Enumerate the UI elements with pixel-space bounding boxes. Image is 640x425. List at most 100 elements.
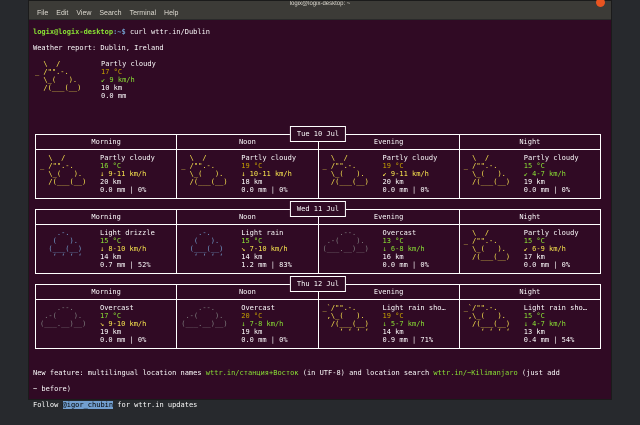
menu-edit[interactable]: Edit bbox=[56, 10, 68, 17]
menu-file[interactable]: File bbox=[37, 10, 48, 17]
forecast-info: Light rain sho… 15 °C ↓ 4-7 km/h 13 km 0.4 m… bbox=[524, 304, 587, 344]
forecast-temp: 15 °C bbox=[523, 312, 545, 320]
menu-help[interactable]: Help bbox=[164, 10, 178, 17]
forecast-cell: .--. .-( ). (___.__)__) Overcast 13 °C ↓ 6-… bbox=[319, 225, 460, 273]
forecast-day: Tue 10 Jul Morning Noon Evening Night \ / _ … bbox=[35, 126, 601, 199]
forecast-cell: \ / _ /"".-. \_( ). /(___(__) Partly clou… bbox=[177, 150, 319, 198]
feature-link-2[interactable]: wttr.in/~Kilimanjaro bbox=[433, 369, 517, 377]
current-wind: ↙ 9 km/h bbox=[101, 76, 135, 84]
forecast-wind: ↙ 6-9 km/h bbox=[523, 245, 566, 253]
forecast-desc: Partly cloudy bbox=[523, 229, 579, 237]
forecast-info: Partly cloudy 19 °C ↓ 10-11 km/h 18 km 0.0 m… bbox=[241, 154, 296, 194]
forecast-precip: 0.0 mm | 0% bbox=[100, 186, 147, 194]
forecast-visibility: 13 km bbox=[523, 328, 545, 336]
follow-text: Follow bbox=[33, 401, 63, 409]
forecast-temp: 20 °C bbox=[241, 312, 263, 320]
forecast-cell: .--. .-( ). (___.__)__) Overcast 20 °C ↓ 7-… bbox=[177, 300, 319, 348]
forecast-visibility: 18 km bbox=[241, 178, 263, 186]
menu-terminal[interactable]: Terminal bbox=[130, 10, 156, 17]
forecast-wind: ↘ 9-10 km/h bbox=[100, 320, 147, 328]
weather-art-icon: .-. ( ). (___(__) ‘ ‘ ‘ ‘ bbox=[189, 229, 224, 261]
menu-search[interactable]: Search bbox=[99, 10, 121, 17]
feature-end: (just add bbox=[517, 369, 560, 377]
forecast-cell: .--. .-( ). (___.__)__) Overcast 17 °C ↘ 9-… bbox=[36, 300, 178, 348]
forecast-precip: 0.4 mm | 54% bbox=[523, 336, 575, 344]
forecast-precip: 0.0 mm | 0% bbox=[523, 186, 571, 194]
forecast-temp: 19 °C bbox=[382, 312, 404, 320]
weather-art-icon: \ / _ /"".-. \_( ). /(___(__) bbox=[463, 229, 511, 261]
forecast-visibility: 19 km bbox=[523, 178, 545, 186]
weather-art-icon: _`/"".-. ,\_( ). /(___(__) ‘ ‘ ‘ ‘ bbox=[463, 304, 511, 336]
forecast-info: Light rain 15 °C ↘ 7-10 km/h 14 km 1.2 mm | … bbox=[241, 229, 292, 269]
prompt-user: logix@logix-desktop bbox=[33, 28, 114, 36]
current-temp: 17 °C bbox=[101, 68, 123, 76]
forecast-temp: 17 °C bbox=[100, 312, 122, 320]
sun-cloud-art: \ / _ /"".-. \_( ). /(___(__) bbox=[35, 60, 82, 92]
forecast-temp: 19 °C bbox=[382, 162, 404, 170]
prompt-command: curl wttr.in/Dublin bbox=[125, 28, 211, 36]
forecast-info: Light drizzle 15 °C ↓ 8-10 km/h 14 km 0.7 mm… bbox=[100, 229, 155, 269]
forecast-day: Thu 12 Jul Morning Noon Evening Night .--. .… bbox=[35, 276, 601, 349]
forecast-cell: \ / _ /"".-. \_( ). /(___(__) Partly clou… bbox=[319, 150, 460, 198]
forecast-desc: Partly cloudy bbox=[382, 154, 438, 162]
forecast-precip: 0.0 mm | 0% bbox=[241, 186, 288, 194]
forecast-temp: 15 °C bbox=[100, 237, 122, 245]
feature-link-1[interactable]: wttr.in/станция+Восток bbox=[206, 369, 299, 377]
forecast-cell: \ / _ /"".-. \_( ). /(___(__) Partly clou… bbox=[460, 150, 600, 198]
forecast-temp: 15 °C bbox=[523, 162, 545, 170]
forecast-day: Wed 11 Jul Morning Noon Evening Night .-. ( … bbox=[35, 201, 601, 274]
forecast-visibility: 19 km bbox=[241, 328, 263, 336]
forecast-visibility: 14 km bbox=[382, 328, 404, 336]
forecast-info: Partly cloudy 15 °C ↙ 6-9 km/h 17 km 0.0 mm … bbox=[524, 229, 579, 269]
forecast-date: Thu 12 Jul bbox=[289, 276, 347, 292]
forecast-precip: 0.7 mm | 52% bbox=[100, 261, 151, 269]
weather-art-icon: \ / _ /"".-. \_( ). /(___(__) bbox=[181, 154, 228, 186]
forecast-desc: Light rain bbox=[241, 229, 284, 237]
forecast-visibility: 17 km bbox=[523, 253, 545, 261]
forecast-visibility: 19 km bbox=[100, 328, 122, 336]
follow-handle[interactable]: @igor_chubin bbox=[62, 401, 114, 409]
forecast-wind: ↓ 9-11 km/h bbox=[100, 170, 147, 178]
forecast-desc: Light rain sho… bbox=[523, 304, 587, 312]
period-label: Morning bbox=[36, 285, 178, 299]
forecast-wind: ↓ 4-7 km/h bbox=[523, 320, 566, 328]
forecast-precip: 0.0 mm | 0% bbox=[100, 336, 147, 344]
forecast-temp: 13 °C bbox=[382, 237, 404, 245]
current-precip: 0.0 mm bbox=[101, 92, 127, 100]
current-desc: Partly cloudy bbox=[101, 60, 156, 68]
current-conditions: \ / _ /"".-. \_( ). /(___(__) Partly clou… bbox=[33, 60, 605, 108]
forecast-info: Partly cloudy 15 °C ↙ 4-7 km/h 19 km 0.0 mm … bbox=[524, 154, 579, 194]
forecast-table: Morning Noon Evening Night \ / _ /"".-. \_(… bbox=[35, 134, 601, 199]
forecast-cell: _`/"".-. ,\_( ). /(___(__) ‘ ‘ ‘ ‘ Light … bbox=[460, 300, 600, 348]
weather-art-icon: \ / _ /"".-. \_( ). /(___(__) bbox=[40, 154, 87, 186]
period-label: Night bbox=[519, 213, 541, 221]
forecast-info: Partly cloudy 16 °C ↓ 9-11 km/h 20 km 0.0 mm… bbox=[100, 154, 155, 194]
forecast-cell: _`/"".-. ,\_( ). /(___(__) ‘ ‘ ‘ ‘ Light … bbox=[319, 300, 460, 348]
forecast-date: Wed 11 Jul bbox=[289, 201, 347, 217]
forecast-cell: \ / _ /"".-. \_( ). /(___(__) Partly clou… bbox=[460, 225, 600, 273]
weather-art-icon: _`/"".-. ,\_( ). /(___(__) ‘ ‘ ‘ ‘ bbox=[322, 304, 369, 336]
forecast-date: Tue 10 Jul bbox=[289, 126, 347, 142]
forecast-desc: Light rain sho… bbox=[382, 304, 446, 312]
menu-bar: File Edit View Search Terminal Help bbox=[29, 7, 611, 20]
window-title: logix@logix-desktop: ~ bbox=[289, 1, 351, 7]
weather-art-icon: .--. .-( ). (___.__)__) bbox=[40, 304, 87, 328]
forecast-desc: Overcast bbox=[100, 304, 134, 312]
report-title: Weather report: Dublin, Ireland bbox=[33, 44, 164, 52]
terminal-output[interactable]: logix@logix-desktop:~$ curl wttr.in/Dubl… bbox=[33, 20, 605, 409]
forecast-visibility: 16 km bbox=[382, 253, 404, 261]
follow-end: for wttr.in updates bbox=[113, 401, 198, 409]
terminal-window: logix@logix-desktop: ~ File Edit View Se… bbox=[28, 0, 612, 409]
forecast-precip: 0.0 mm | 0% bbox=[241, 336, 288, 344]
weather-art-icon: \ / _ /"".-. \_( ). /(___(__) bbox=[322, 154, 369, 186]
prompt-line: logix@logix-desktop:~$ curl wttr.in/Dubl… bbox=[33, 28, 605, 36]
forecast-precip: 1.2 mm | 83% bbox=[241, 261, 292, 269]
forecast-info: Overcast 13 °C ↓ 6-8 km/h 16 km 0.0 mm | 0% bbox=[383, 229, 429, 269]
forecast-wind: ↓ 8-10 km/h bbox=[100, 245, 147, 253]
forecast-visibility: 20 km bbox=[100, 178, 122, 186]
forecast-cell: .-. ( ). (___(__) ‘ ‘ ‘ ‘ Light rain 15 °C… bbox=[177, 225, 319, 273]
menu-view[interactable]: View bbox=[76, 10, 91, 17]
forecast-precip: 0.0 mm | 0% bbox=[523, 261, 571, 269]
forecast-period-row: .--. .-( ). (___.__)__) Overcast 17 °C ↘ 9-… bbox=[36, 300, 600, 348]
forecast-info: Overcast 17 °C ↘ 9-10 km/h 19 km 0.0 mm | 0% bbox=[100, 304, 146, 344]
